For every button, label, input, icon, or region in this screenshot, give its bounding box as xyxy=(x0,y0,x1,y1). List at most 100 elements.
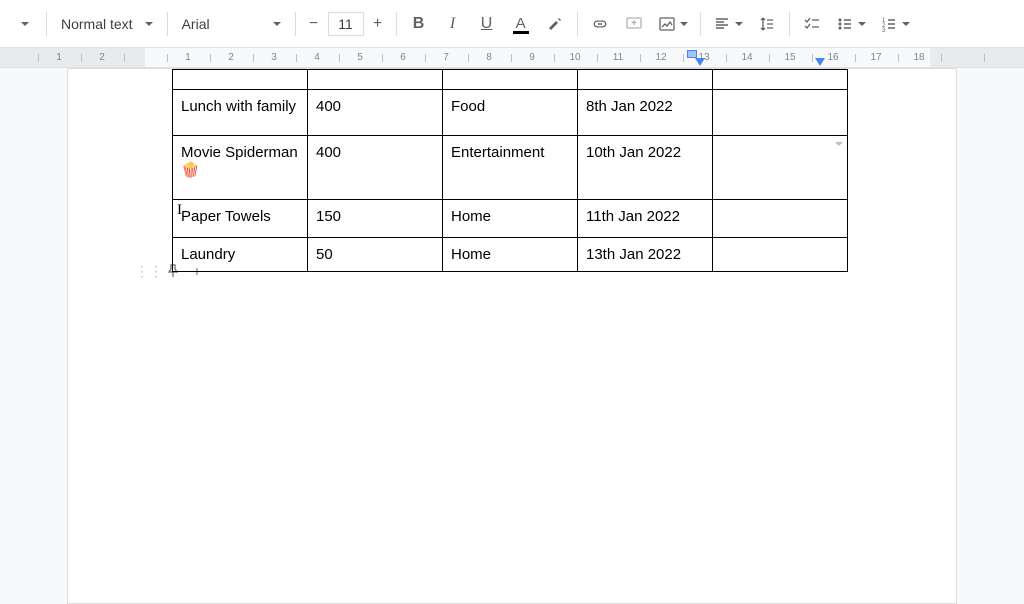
cell-dropdown-icon[interactable] xyxy=(835,142,843,146)
text-cursor: I xyxy=(177,202,182,219)
table-cell[interactable] xyxy=(713,200,848,238)
chevron-down-icon xyxy=(735,22,743,26)
table-cell[interactable]: I Paper Towels xyxy=(173,200,308,238)
table-cell[interactable]: Lunch with family xyxy=(173,90,308,136)
table-cell[interactable]: Home xyxy=(443,238,578,272)
table-row[interactable] xyxy=(173,70,848,90)
font-size-input[interactable] xyxy=(328,12,364,36)
insert-link-button[interactable] xyxy=(584,8,616,40)
ruler-track: 21123456789101112131415161718 xyxy=(0,48,1024,67)
font-size-group: − + xyxy=(302,12,390,36)
comment-plus-icon xyxy=(625,15,643,33)
chevron-down-icon xyxy=(145,22,153,26)
chevron-down-icon xyxy=(902,22,910,26)
insert-image-button[interactable] xyxy=(652,8,694,40)
table-cell[interactable]: Entertainment xyxy=(443,136,578,200)
page[interactable]: ⋮⋮ + Lunch with family 400 Food xyxy=(67,68,957,604)
ruler-number: 6 xyxy=(400,52,406,63)
table-cell[interactable] xyxy=(308,70,443,90)
table-row[interactable]: I Paper Towels 150 Home 11th Jan 2022 xyxy=(173,200,848,238)
italic-button[interactable]: I xyxy=(437,8,469,40)
align-left-icon xyxy=(713,15,731,33)
link-icon xyxy=(591,15,609,33)
table-cell[interactable]: 10th Jan 2022 xyxy=(578,136,713,200)
font-size-decrease-button[interactable]: − xyxy=(302,12,326,36)
ruler-number: 5 xyxy=(357,52,363,63)
font-size-increase-button[interactable]: + xyxy=(366,12,390,36)
bullet-list-icon xyxy=(836,15,854,33)
ruler-number: 7 xyxy=(443,52,449,63)
ruler-number: 2 xyxy=(228,52,234,63)
drag-handle-icon[interactable]: ⋮⋮ xyxy=(140,262,158,280)
bulleted-list-button[interactable] xyxy=(830,8,872,40)
separator xyxy=(396,12,397,36)
ruler-indent-marker[interactable] xyxy=(687,50,697,58)
table-cell[interactable] xyxy=(578,70,713,90)
bold-button[interactable]: B xyxy=(403,8,435,40)
ruler-number: 12 xyxy=(655,52,666,63)
table-cell[interactable] xyxy=(713,238,848,272)
separator xyxy=(46,12,47,36)
separator xyxy=(295,12,296,36)
horizontal-ruler[interactable]: 21123456789101112131415161718 xyxy=(0,48,1024,68)
table-cell[interactable]: 50 xyxy=(308,238,443,272)
font-family-select[interactable]: Arial xyxy=(174,8,289,40)
table-cell[interactable]: Movie Spiderman 🍿 xyxy=(173,136,308,200)
toolbar: Normal text Arial − + B I U A xyxy=(0,0,1024,48)
paragraph-style-select[interactable]: Normal text xyxy=(53,8,161,40)
ruler-number: 10 xyxy=(569,52,580,63)
table-cell[interactable]: Home xyxy=(443,200,578,238)
table-cell[interactable]: 400 xyxy=(308,136,443,200)
table-row[interactable]: Laundry 50 Home 13th Jan 2022 xyxy=(173,238,848,272)
text-color-button[interactable]: A xyxy=(505,8,537,40)
ruler-number: 17 xyxy=(870,52,881,63)
more-button[interactable] xyxy=(8,8,40,40)
ruler-number: 9 xyxy=(529,52,535,63)
ruler-tab-stop[interactable] xyxy=(815,58,825,66)
image-icon xyxy=(658,15,676,33)
ruler-number: 11 xyxy=(613,52,623,63)
table-cell[interactable] xyxy=(713,136,848,200)
chevron-down-icon xyxy=(273,22,281,26)
add-comment-button[interactable] xyxy=(618,8,650,40)
table-cell[interactable]: 11th Jan 2022 xyxy=(578,200,713,238)
paragraph-style-label: Normal text xyxy=(61,16,133,32)
ruler-number: 1 xyxy=(185,52,191,63)
ruler-number: 4 xyxy=(314,52,320,63)
table-cell[interactable] xyxy=(173,70,308,90)
numbered-list-icon: 123 xyxy=(880,15,898,33)
chevron-down-icon xyxy=(680,22,688,26)
text-color-indicator xyxy=(513,31,529,34)
table-cell[interactable] xyxy=(443,70,578,90)
ruler-number: 15 xyxy=(784,52,795,63)
align-button[interactable] xyxy=(707,8,749,40)
table-cell[interactable]: 8th Jan 2022 xyxy=(578,90,713,136)
table-cell[interactable]: 13th Jan 2022 xyxy=(578,238,713,272)
chevron-down-icon xyxy=(21,22,29,26)
ruler-number: 1 xyxy=(56,52,62,63)
line-spacing-icon xyxy=(758,15,776,33)
ruler-number: 3 xyxy=(271,52,277,63)
ruler-number: 18 xyxy=(913,52,924,63)
table-row[interactable]: Lunch with family 400 Food 8th Jan 2022 xyxy=(173,90,848,136)
highlight-color-button[interactable] xyxy=(539,8,571,40)
table[interactable]: Lunch with family 400 Food 8th Jan 2022 … xyxy=(172,69,848,272)
chevron-down-icon xyxy=(858,22,866,26)
table-cell[interactable]: 400 xyxy=(308,90,443,136)
table-cell[interactable]: Laundry xyxy=(173,238,308,272)
table-cell[interactable] xyxy=(713,90,848,136)
table-cell[interactable]: Food xyxy=(443,90,578,136)
underline-button[interactable]: U xyxy=(471,8,503,40)
numbered-list-button[interactable]: 123 xyxy=(874,8,916,40)
separator xyxy=(789,12,790,36)
line-spacing-button[interactable] xyxy=(751,8,783,40)
ruler-tab-stop[interactable] xyxy=(695,58,705,66)
svg-text:3: 3 xyxy=(882,28,886,33)
table-cell[interactable] xyxy=(713,70,848,90)
table-row[interactable]: Movie Spiderman 🍿 400 Entertainment 10th… xyxy=(173,136,848,200)
document-area: ⋮⋮ + Lunch with family 400 Food xyxy=(0,68,1024,604)
ruler-number: 14 xyxy=(741,52,752,63)
ruler-number: 8 xyxy=(486,52,492,63)
table-cell[interactable]: 150 xyxy=(308,200,443,238)
checklist-button[interactable] xyxy=(796,8,828,40)
